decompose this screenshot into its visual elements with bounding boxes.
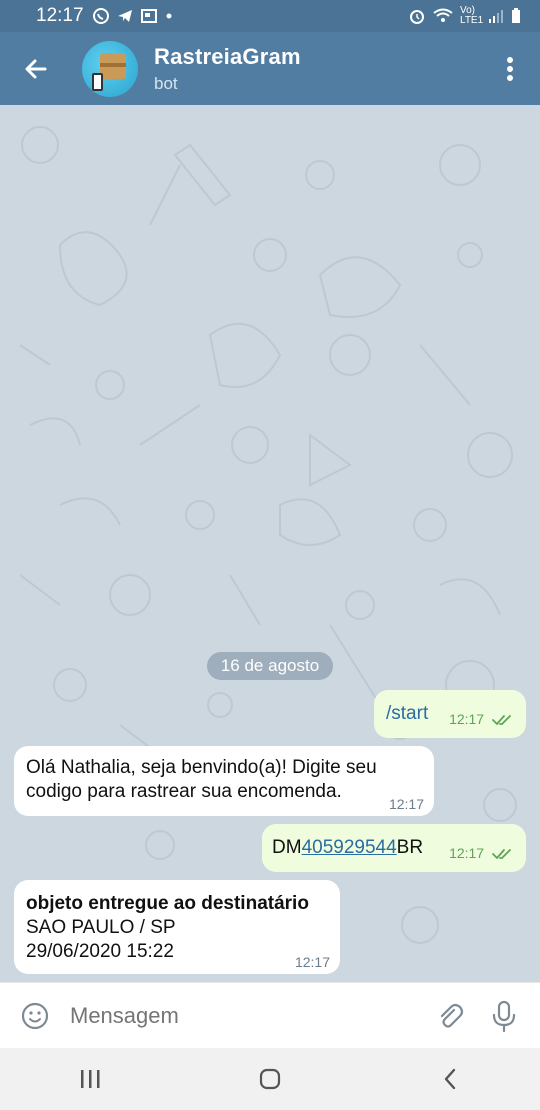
package-icon [100, 52, 126, 79]
message-meta: 12:17 [449, 841, 514, 865]
tracking-prefix: DM [272, 837, 302, 858]
message-text: objeto entregue ao destinatário SAO PAUL… [26, 892, 326, 964]
microphone-icon [492, 1000, 516, 1032]
message-time: 12:17 [449, 845, 485, 861]
chat-title: RastreiaGram [154, 43, 301, 69]
back-nav-button[interactable] [410, 1048, 490, 1110]
network-label: Vo) LTE1 [460, 5, 484, 26]
news-icon [140, 9, 157, 23]
recent-apps-icon [81, 1070, 100, 1088]
message-input[interactable] [70, 1002, 420, 1029]
chat-header: RastreiaGram bot [0, 32, 540, 105]
double-check-icon [492, 849, 511, 860]
avatar[interactable] [82, 40, 138, 97]
status-time: 12:17 [36, 5, 84, 26]
double-check-icon [492, 715, 511, 726]
battery-icon [512, 8, 520, 23]
more-vertical-icon [507, 56, 513, 81]
message-text: Olá Nathalia, seja benvindo(a)! Digite s… [26, 757, 377, 802]
message-composer [0, 982, 540, 1048]
delivery-status: objeto entregue ao destinatário [26, 893, 309, 914]
chevron-left-icon [444, 1068, 456, 1090]
chat-area[interactable]: 16 de agosto /start 12:17 Olá Nathalia, … [0, 105, 540, 982]
message-time: 12:17 [449, 711, 485, 727]
tracking-code-link[interactable]: 405929544 [302, 837, 397, 858]
tracking-suffix: BR [396, 837, 424, 858]
message-time: 12:17 [388, 796, 424, 812]
back-button[interactable] [0, 32, 72, 105]
telegram-icon [117, 10, 132, 22]
message-text: DM405929544BR [272, 836, 423, 860]
emoji-button[interactable] [0, 983, 70, 1049]
message-meta: 12:17 [449, 707, 514, 731]
arrow-left-icon [25, 59, 47, 78]
delivery-location: SAO PAULO / SP [26, 917, 176, 938]
more-options-button[interactable] [480, 32, 540, 105]
signal-icon [489, 10, 503, 23]
message-bubble-incoming[interactable]: objeto entregue ao destinatário SAO PAUL… [14, 880, 340, 974]
date-separator: 16 de agosto [207, 652, 333, 680]
message-text: /start [386, 703, 429, 724]
recent-apps-button[interactable] [50, 1048, 130, 1110]
message-bubble-outgoing[interactable]: DM405929544BR 12:17 [262, 824, 526, 872]
chat-title-group[interactable]: RastreiaGram bot [154, 44, 301, 94]
attach-button[interactable] [420, 983, 478, 1049]
smiley-icon [21, 1002, 49, 1029]
home-button[interactable] [230, 1048, 310, 1110]
message-bubble-incoming[interactable]: Olá Nathalia, seja benvindo(a)! Digite s… [14, 746, 434, 816]
delivery-datetime: 29/06/2020 15:22 [26, 941, 174, 962]
notification-dot-icon [166, 13, 172, 19]
phone-icon [92, 72, 103, 91]
system-navigation-bar [0, 1048, 540, 1110]
alarm-icon [410, 10, 424, 24]
message-time: 12:17 [294, 954, 330, 970]
message-bubble-outgoing[interactable]: /start 12:17 [374, 690, 526, 738]
status-bar: 12:17 Vo) LTE1 [0, 0, 540, 32]
chat-subtitle: bot [154, 73, 178, 93]
wifi-icon [433, 8, 453, 22]
home-icon [259, 1068, 281, 1090]
whatsapp-icon [92, 8, 109, 24]
voice-message-button[interactable] [478, 983, 530, 1049]
paperclip-icon [440, 1003, 464, 1028]
